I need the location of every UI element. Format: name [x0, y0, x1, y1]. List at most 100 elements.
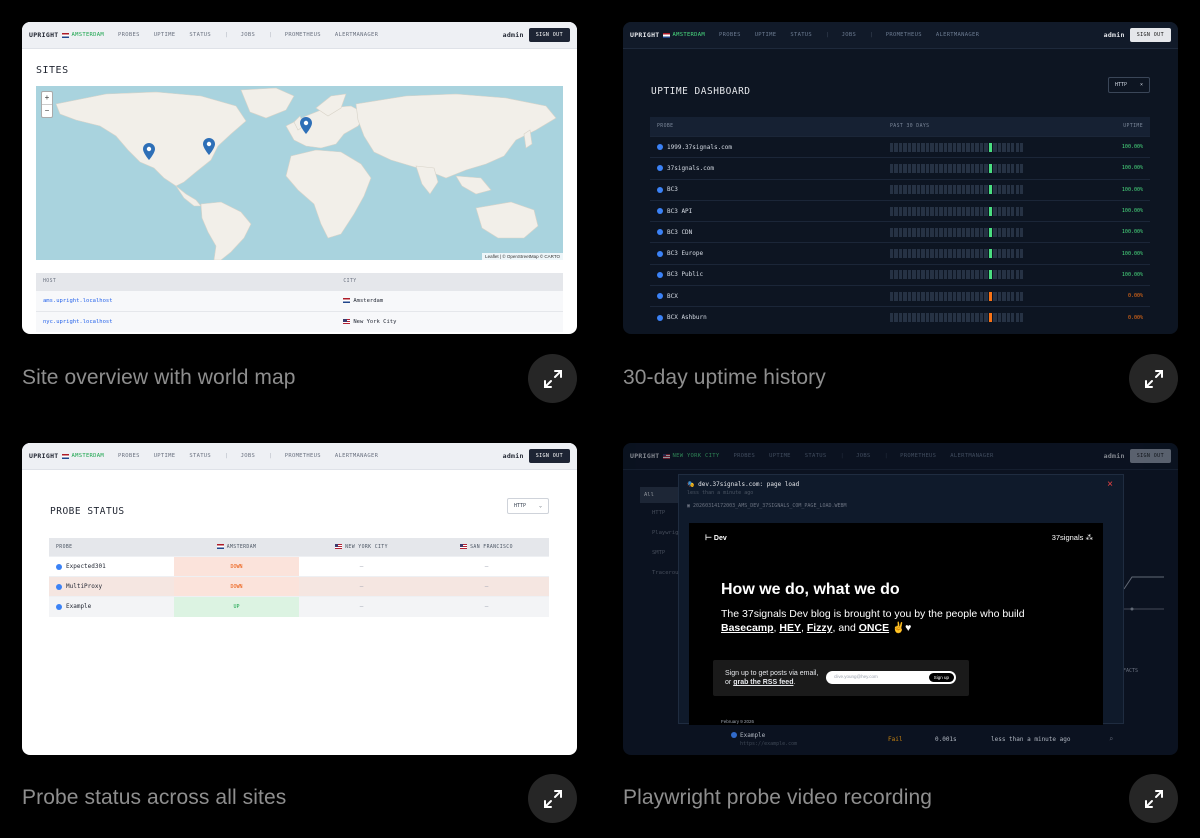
uptime-day-bar[interactable]: [1020, 227, 1024, 237]
uptime-day-bar[interactable]: [979, 163, 984, 173]
uptime-day-bar[interactable]: [890, 291, 894, 301]
uptime-day-bar[interactable]: [966, 227, 970, 237]
table-row[interactable]: BC3 API 100.00%: [650, 199, 1150, 222]
uptime-day-bar[interactable]: [898, 313, 903, 323]
uptime-day-bar[interactable]: [961, 142, 966, 152]
uptime-day-bar[interactable]: [921, 185, 925, 195]
uptime-day-bar[interactable]: [939, 313, 943, 323]
uptime-day-bar[interactable]: [898, 185, 903, 195]
uptime-day-bar[interactable]: [907, 206, 912, 216]
uptime-day-bar[interactable]: [1011, 313, 1015, 323]
uptime-day-bar[interactable]: [930, 206, 934, 216]
uptime-day-bar[interactable]: [993, 142, 997, 152]
nav-probes[interactable]: PROBES: [118, 453, 140, 459]
uptime-day-bar[interactable]: [1006, 270, 1010, 280]
uptime-day-bar[interactable]: [912, 291, 916, 301]
table-row[interactable]: Example UP — —: [49, 596, 549, 617]
uptime-day-bar[interactable]: [970, 206, 975, 216]
uptime-day-bar[interactable]: [988, 142, 993, 152]
nav-site[interactable]: AMSTERDAM: [72, 453, 105, 459]
uptime-day-bar[interactable]: [988, 270, 993, 280]
table-row[interactable]: 37signals.com 100.00%: [650, 157, 1150, 180]
uptime-day-bar[interactable]: [975, 227, 979, 237]
uptime-day-bar[interactable]: [988, 313, 993, 323]
uptime-day-bar[interactable]: [894, 142, 898, 152]
uptime-day-bar[interactable]: [907, 227, 912, 237]
nav-status[interactable]: STATUS: [790, 32, 812, 38]
uptime-day-bar[interactable]: [890, 227, 894, 237]
uptime-day-bar[interactable]: [921, 142, 925, 152]
sidebar-item-playwright[interactable]: Playwright: [640, 523, 685, 543]
table-row[interactable]: Expected301 DOWN — —: [49, 556, 549, 577]
uptime-day-bar[interactable]: [948, 185, 952, 195]
uptime-day-bar[interactable]: [952, 313, 957, 323]
uptime-day-bar[interactable]: [997, 291, 1002, 301]
uptime-day-bar[interactable]: [943, 249, 948, 259]
uptime-day-bar[interactable]: [912, 185, 916, 195]
uptime-day-bar[interactable]: [993, 185, 997, 195]
table-row[interactable]: BC3 100.00%: [650, 178, 1150, 201]
uptime-day-bar[interactable]: [943, 185, 948, 195]
nav-site[interactable]: NEW YORK CITY: [673, 453, 720, 459]
uptime-day-bar[interactable]: [1020, 291, 1024, 301]
uptime-day-bar[interactable]: [921, 270, 925, 280]
uptime-day-bar[interactable]: [961, 185, 966, 195]
uptime-day-bar[interactable]: [907, 291, 912, 301]
uptime-day-bar[interactable]: [979, 206, 984, 216]
uptime-day-bar[interactable]: [934, 163, 939, 173]
uptime-day-bar[interactable]: [961, 206, 966, 216]
uptime-day-bar[interactable]: [925, 185, 930, 195]
uptime-day-bar[interactable]: [903, 206, 907, 216]
link-fizzy[interactable]: Fizzy: [807, 622, 833, 634]
uptime-day-bar[interactable]: [993, 270, 997, 280]
uptime-day-bar[interactable]: [903, 163, 907, 173]
uptime-day-bar[interactable]: [943, 270, 948, 280]
uptime-day-bar[interactable]: [934, 313, 939, 323]
uptime-day-bar[interactable]: [930, 163, 934, 173]
uptime-day-bar[interactable]: [993, 291, 997, 301]
uptime-day-bar[interactable]: [925, 142, 930, 152]
uptime-day-bar[interactable]: [961, 249, 966, 259]
world-map[interactable]: + − Leaflet | © OpenStreetMap © CARTO: [36, 86, 563, 260]
uptime-day-bar[interactable]: [975, 249, 979, 259]
uptime-day-bar[interactable]: [1020, 249, 1024, 259]
uptime-day-bar[interactable]: [966, 270, 970, 280]
sidebar-item-smtp[interactable]: SMTP: [640, 543, 680, 563]
uptime-day-bar[interactable]: [916, 206, 921, 216]
probe-type-select[interactable]: HTTP ×: [1108, 77, 1150, 93]
map-attribution[interactable]: Leaflet | © OpenStreetMap © CARTO: [482, 253, 563, 260]
uptime-day-bar[interactable]: [894, 163, 898, 173]
uptime-day-bar[interactable]: [930, 227, 934, 237]
uptime-day-bar[interactable]: [952, 270, 957, 280]
uptime-day-bar[interactable]: [979, 142, 984, 152]
uptime-day-bar[interactable]: [1011, 206, 1015, 216]
uptime-day-bar[interactable]: [916, 185, 921, 195]
uptime-day-bar[interactable]: [984, 206, 988, 216]
uptime-day-bar[interactable]: [979, 185, 984, 195]
sidebar-item-http[interactable]: HTTP: [640, 503, 680, 523]
uptime-day-bar[interactable]: [957, 185, 961, 195]
uptime-day-bar[interactable]: [916, 313, 921, 323]
uptime-day-bar[interactable]: [961, 313, 966, 323]
uptime-day-bar[interactable]: [894, 227, 898, 237]
nav-alertmanager[interactable]: ALERTMANAGER: [335, 453, 378, 459]
uptime-day-bar[interactable]: [979, 270, 984, 280]
uptime-day-bar[interactable]: [970, 227, 975, 237]
uptime-day-bar[interactable]: [930, 291, 934, 301]
brand[interactable]: UPRIGHT: [29, 452, 59, 460]
email-input[interactable]: clive.young@hey.com Sign up: [826, 671, 956, 684]
uptime-day-bar[interactable]: [952, 249, 957, 259]
uptime-day-bar[interactable]: [948, 291, 952, 301]
uptime-day-bar[interactable]: [939, 142, 943, 152]
uptime-day-bar[interactable]: [912, 142, 916, 152]
uptime-day-bar[interactable]: [1015, 313, 1019, 323]
expand-button[interactable]: [1129, 354, 1178, 403]
uptime-day-bar[interactable]: [925, 313, 930, 323]
uptime-day-bar[interactable]: [1006, 185, 1010, 195]
uptime-day-bar[interactable]: [1020, 206, 1024, 216]
uptime-day-bar[interactable]: [997, 206, 1002, 216]
uptime-day-bar[interactable]: [948, 163, 952, 173]
uptime-day-bar[interactable]: [1002, 185, 1006, 195]
sidebar-item-traceroute[interactable]: Traceroute: [640, 563, 685, 583]
uptime-day-bar[interactable]: [925, 227, 930, 237]
